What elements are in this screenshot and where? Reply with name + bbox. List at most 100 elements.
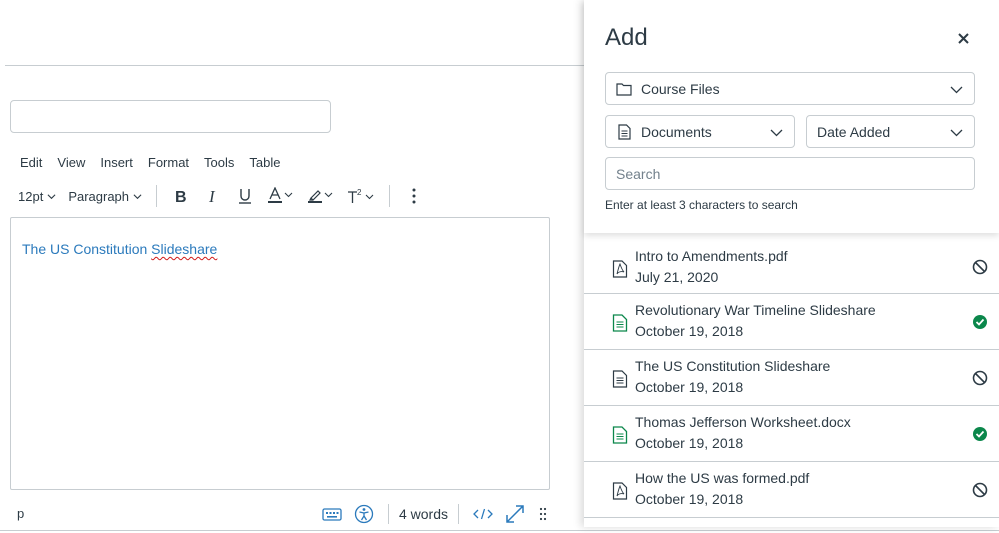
published-check-icon[interactable]	[972, 314, 988, 330]
list-item[interactable]: Thomas Jefferson Worksheet.docx October …	[584, 406, 999, 462]
menu-view[interactable]: View	[57, 155, 85, 170]
content-type-value: Course Files	[641, 80, 720, 97]
block-format-dropdown[interactable]: Paragraph	[62, 182, 148, 210]
toolbar-divider	[156, 185, 158, 207]
footer-divider	[0, 530, 999, 531]
svg-text:2: 2	[357, 188, 362, 197]
editor-statusbar: p 4 words	[10, 497, 555, 530]
toolbar-divider	[389, 185, 391, 207]
content-subtype-select[interactable]: Documents	[605, 115, 795, 148]
document-icon	[616, 123, 632, 140]
unpublished-icon[interactable]	[972, 259, 988, 275]
file-name: Revolutionary War Timeline Slideshare	[635, 302, 876, 318]
element-path[interactable]: p	[17, 506, 24, 521]
spellcheck-misspelled-word: Slideshare	[151, 241, 218, 257]
bold-button[interactable]: B	[167, 182, 195, 210]
file-date: October 19, 2018	[635, 379, 744, 395]
menu-format[interactable]: Format	[148, 155, 189, 170]
html-editor-icon	[473, 508, 493, 520]
menu-insert[interactable]: Insert	[100, 155, 133, 170]
editor-menubar: Edit View Insert Format Tools Table	[20, 155, 295, 170]
font-size-dropdown[interactable]: 12pt	[12, 182, 62, 210]
header-divider	[5, 65, 585, 66]
file-date: October 19, 2018	[635, 491, 744, 507]
fullscreen-button[interactable]	[501, 500, 529, 528]
italic-icon: I	[208, 188, 216, 204]
file-name: The US Constitution Slideshare	[635, 358, 831, 374]
menu-edit[interactable]: Edit	[20, 155, 42, 170]
pdf-file-icon	[612, 482, 628, 500]
highlight-color-icon	[308, 190, 333, 203]
file-name: Thomas Jefferson Worksheet.docx	[635, 414, 851, 430]
file-name: How the US was formed.pdf	[635, 470, 810, 486]
pdf-file-icon	[612, 260, 628, 278]
unpublished-icon[interactable]	[972, 370, 988, 386]
chevron-down-icon	[950, 86, 963, 94]
menu-tools[interactable]: Tools	[204, 155, 234, 170]
editor-link-text: The US Constitution	[22, 241, 152, 257]
italic-button[interactable]: I	[199, 182, 227, 210]
more-options-button[interactable]	[400, 182, 428, 210]
html-editor-button[interactable]	[469, 500, 497, 528]
list-item[interactable]: Intro to Amendments.pdf July 21, 2020	[584, 233, 999, 294]
search-input[interactable]	[605, 157, 975, 190]
page-title-input[interactable]	[10, 100, 331, 133]
statusbar-divider	[458, 504, 459, 524]
superscript-button[interactable]: 2	[343, 182, 379, 210]
folder-icon	[616, 81, 632, 97]
chevron-down-icon	[770, 129, 783, 137]
svg-text:I: I	[208, 188, 216, 204]
bold-icon: B	[175, 189, 187, 204]
editor-toolbar: 12pt Paragraph B I 2	[12, 182, 430, 210]
list-item[interactable]: How the US was formed.pdf October 19, 20…	[584, 462, 999, 518]
file-name: Intro to Amendments.pdf	[635, 248, 788, 264]
tray-title: Add	[605, 24, 648, 51]
keyboard-shortcuts-icon	[322, 508, 342, 521]
statusbar-tools: 4 words	[316, 500, 555, 528]
word-count[interactable]: 4 words	[397, 506, 450, 522]
close-tray-button[interactable]	[954, 29, 972, 47]
text-color-icon	[268, 187, 293, 203]
file-date: July 21, 2020	[635, 269, 719, 285]
unpublished-icon[interactable]	[972, 482, 988, 498]
font-size-value: 12pt	[18, 188, 44, 204]
accessibility-checker-icon	[354, 504, 374, 524]
editor-content-area[interactable]: The US Constitution Slideshare	[10, 217, 550, 490]
file-list: Intro to Amendments.pdf July 21, 2020 Re…	[584, 233, 999, 518]
list-item[interactable]: Revolutionary War Timeline Slideshare Oc…	[584, 294, 999, 350]
search-hint: Enter at least 3 characters to search	[605, 198, 798, 212]
published-check-icon[interactable]	[972, 426, 988, 442]
more-options-icon	[412, 188, 416, 204]
resize-handle-icon	[539, 507, 547, 521]
accessibility-checker-button[interactable]	[350, 500, 378, 528]
file-date: October 19, 2018	[635, 323, 744, 339]
highlight-color-button[interactable]	[303, 182, 339, 210]
keyboard-shortcuts-button[interactable]	[318, 500, 346, 528]
chevron-down-icon	[950, 129, 963, 137]
list-item[interactable]: The US Constitution Slideshare October 1…	[584, 350, 999, 406]
sort-select[interactable]: Date Added	[806, 115, 975, 148]
tray-header: Add Course Files Documents Date Added En…	[584, 0, 999, 233]
superscript-icon: 2	[348, 188, 374, 203]
add-content-tray: Add Course Files Documents Date Added En…	[584, 0, 999, 527]
statusbar-divider	[387, 504, 389, 524]
chevron-down-icon	[47, 193, 56, 199]
text-color-button[interactable]	[263, 182, 299, 210]
underline-button[interactable]	[231, 182, 259, 210]
content-subtype-value: Documents	[641, 123, 712, 140]
sort-value: Date Added	[817, 123, 891, 140]
editor-content-link[interactable]: The US Constitution Slideshare	[22, 241, 217, 257]
chevron-down-icon	[133, 193, 142, 199]
resize-handle[interactable]	[533, 500, 553, 528]
document-icon	[612, 370, 628, 388]
fullscreen-icon	[506, 505, 524, 523]
svg-text:B: B	[175, 189, 187, 204]
block-format-value: Paragraph	[68, 188, 130, 204]
file-date: October 19, 2018	[635, 435, 744, 451]
content-type-select[interactable]: Course Files	[605, 72, 975, 105]
document-icon	[612, 314, 628, 332]
underline-icon	[239, 189, 252, 204]
document-icon	[612, 426, 628, 444]
menu-table[interactable]: Table	[249, 155, 280, 170]
close-icon	[957, 32, 969, 44]
